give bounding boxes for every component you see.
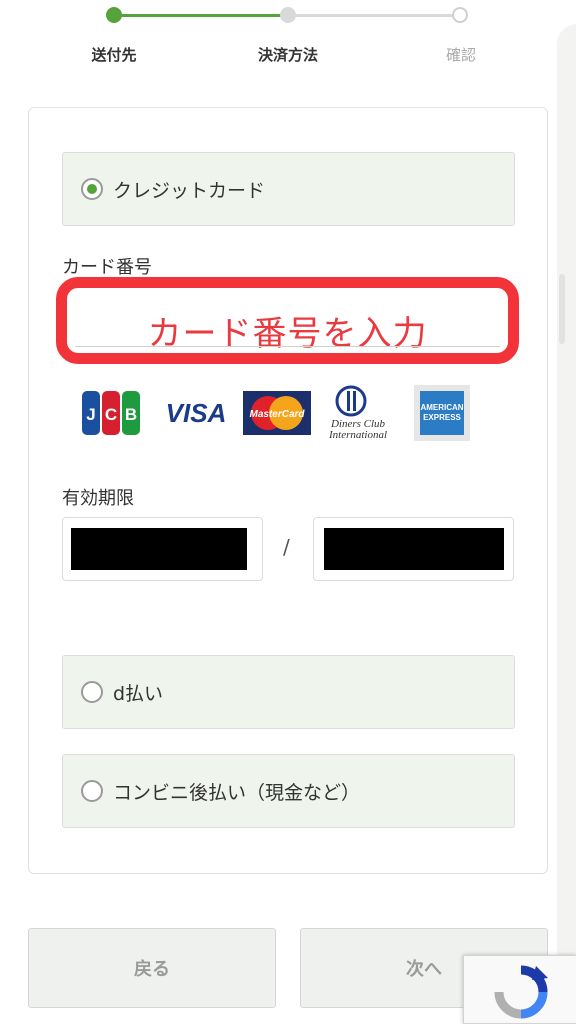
- credit-card-option[interactable]: クレジットカード: [62, 152, 515, 226]
- back-button[interactable]: 戻る: [28, 928, 276, 1008]
- recaptcha-badge[interactable]: [463, 955, 576, 1024]
- d-payment-option[interactable]: d払い: [62, 655, 515, 729]
- jcb-logo: J C B: [82, 391, 140, 435]
- card-number-input[interactable]: カード番号を入力: [56, 277, 519, 364]
- visa-logo: VISA: [166, 398, 227, 428]
- svg-text:VISA: VISA: [166, 398, 227, 428]
- svg-text:MasterCard: MasterCard: [249, 409, 305, 420]
- mastercard-logo: MasterCard: [243, 391, 311, 435]
- d-payment-radio[interactable]: [81, 681, 103, 703]
- expiry-separator: /: [283, 535, 290, 559]
- step-line-done: [114, 14, 288, 17]
- d-payment-label: d払い: [113, 682, 164, 705]
- credit-card-label: クレジットカード: [113, 179, 266, 202]
- svg-text:C: C: [105, 405, 117, 424]
- progress-stepper: 送付先 決済方法 確認: [0, 0, 576, 90]
- recaptcha-icon: [494, 965, 548, 1019]
- step-dot-confirm: [452, 7, 468, 23]
- svg-text:AMERICAN: AMERICAN: [420, 403, 463, 412]
- amex-logo: AMERICAN EXPRESS: [414, 385, 470, 441]
- scroll-indicator[interactable]: [559, 274, 565, 344]
- redacted-block: [71, 528, 247, 570]
- card-number-underline: [75, 346, 500, 347]
- card-number-placeholder: カード番号を入力: [147, 314, 428, 354]
- step-label-payment: 決済方法: [257, 46, 318, 64]
- svg-text:J: J: [86, 405, 95, 424]
- expiry-year-select[interactable]: [313, 517, 514, 581]
- step-dot-shipping: [106, 7, 122, 23]
- convenience-store-label: コンビニ後払い（現金など）: [113, 781, 361, 804]
- svg-text:EXPRESS: EXPRESS: [423, 413, 461, 422]
- card-brand-logos: J C B VISA MasterCard Diners Club Intern…: [82, 385, 482, 443]
- step-label-confirm: 確認: [445, 46, 476, 64]
- step-dot-payment: [280, 7, 296, 23]
- redacted-block: [324, 528, 504, 570]
- expiry-month-select[interactable]: [62, 517, 263, 581]
- convenience-store-radio[interactable]: [81, 780, 103, 802]
- diners-club-logo: Diners Club International: [328, 385, 387, 441]
- svg-text:International: International: [328, 429, 387, 441]
- step-line-upcoming: [288, 14, 460, 17]
- expiry-label: 有効期限: [62, 488, 134, 509]
- convenience-store-option[interactable]: コンビニ後払い（現金など）: [62, 754, 515, 828]
- side-panel: [557, 24, 576, 1024]
- svg-text:B: B: [125, 405, 137, 424]
- card-number-label: カード番号: [62, 257, 152, 278]
- credit-card-radio[interactable]: [81, 178, 103, 200]
- step-label-shipping: 送付先: [91, 46, 137, 64]
